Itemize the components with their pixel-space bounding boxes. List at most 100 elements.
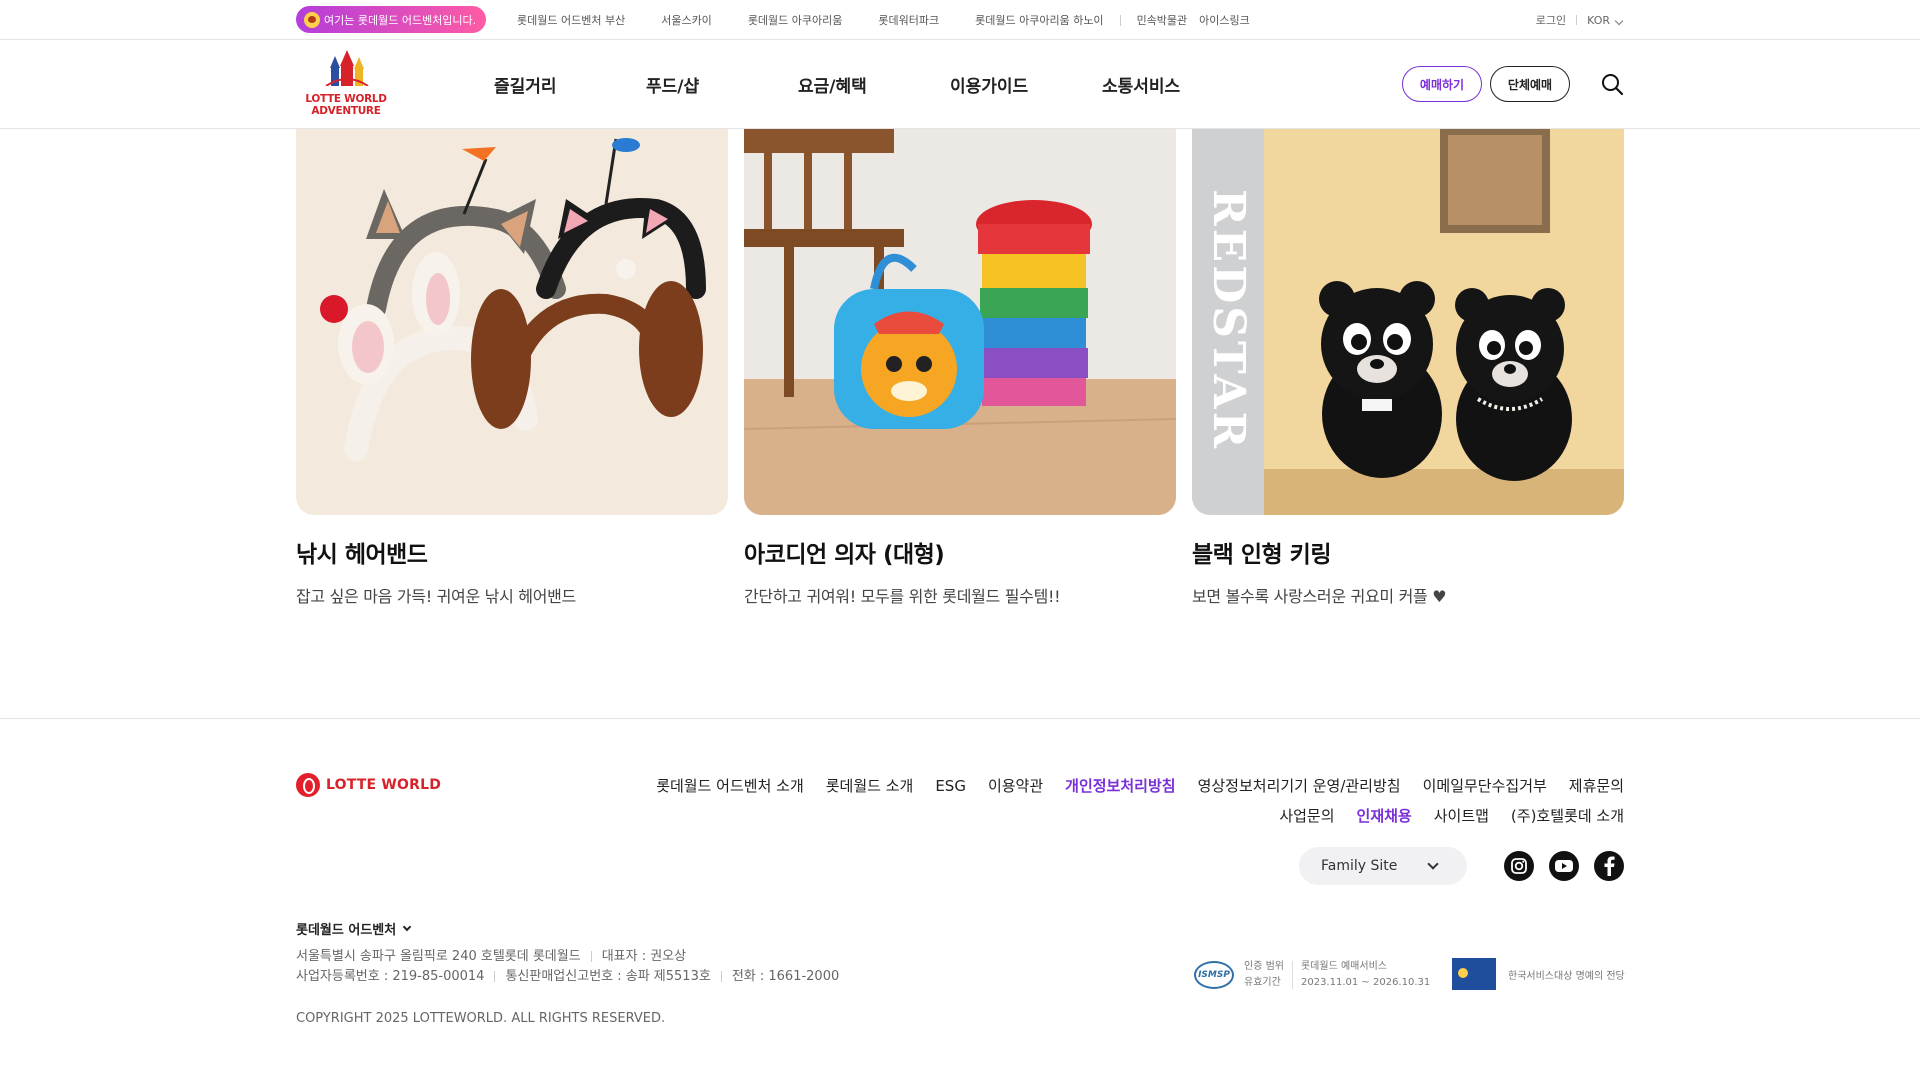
instagram-icon[interactable]	[1504, 851, 1534, 881]
isms-values: 롯데월드 예매서비스 2023.11.01 ~ 2026.10.31	[1301, 959, 1430, 991]
footer-link-business[interactable]: 사업문의	[1279, 807, 1334, 825]
footer-link-cctv-policy[interactable]: 영상정보처리기기 운영/관리방침	[1198, 777, 1401, 795]
divider	[1119, 14, 1121, 26]
mail-order-number: 통신판매업신고번호 : 송파 제5513호	[505, 969, 711, 984]
company-select-label: 롯데월드 어드벤처	[296, 923, 397, 938]
footer-link-sitemap[interactable]: 사이트맵	[1434, 807, 1489, 825]
site-link-seoul-sky[interactable]: 서울스카이	[661, 12, 712, 28]
headbands-illustration	[296, 129, 728, 515]
footer-link-privacy[interactable]: 개인정보처리방침	[1065, 777, 1175, 795]
logo-text-line2: ADVENTURE	[311, 105, 381, 117]
chevron-down-icon	[1614, 16, 1624, 25]
address: 서울특별시 송파구 올림픽로 240 호텔롯데 롯데월드	[296, 949, 581, 964]
lotte-world-adventure-logo[interactable]: LOTTE WORLD ADVENTURE	[296, 50, 396, 120]
product-desc: 잡고 싶은 마음 가득! 귀여운 낚시 헤어밴드	[296, 587, 576, 606]
sister-site-links: 롯데월드 어드벤처 부산 서울스카이 롯데월드 아쿠아리움 롯데워터파크 롯데월…	[517, 0, 1286, 40]
award-badge-icon	[1452, 958, 1496, 990]
footer-link-hotel-lotte[interactable]: (주)호텔롯데 소개	[1511, 807, 1624, 825]
footer-links: 롯데월드 어드벤처 소개 롯데월드 소개 ESG 이용약관 개인정보처리방침 영상정보처리…	[624, 771, 1624, 831]
chevron-down-icon	[1427, 858, 1439, 870]
isms-scope-label: 인증 범위	[1244, 961, 1284, 972]
product-card[interactable]: 아코디언 의자 (대형) 간단하고 귀여워! 모두를 위한 롯데월드 필수템!!	[744, 129, 1176, 607]
family-site-label: Family Site	[1321, 858, 1398, 874]
company-info: 서울특별시 송파구 올림픽로 240 호텔롯데 롯데월드 대표자 : 권오상 사업…	[296, 947, 839, 987]
group-reserve-button[interactable]: 단체예매	[1490, 66, 1570, 102]
company-select[interactable]: 롯데월드 어드벤처	[296, 919, 412, 938]
login-link[interactable]: 로그인	[1536, 12, 1566, 28]
company-info-row1: 서울특별시 송파구 올림픽로 240 호텔롯데 롯데월드 대표자 : 권오상	[296, 947, 839, 967]
footer-links-row2: 사업문의 인재채용 사이트맵 (주)호텔롯데 소개	[624, 801, 1624, 831]
footer-links-row1: 롯데월드 어드벤처 소개 롯데월드 소개 ESG 이용약관 개인정보처리방침 영상정보처리…	[624, 771, 1624, 801]
product-desc: 보면 볼수록 사랑스러운 귀요미 커플 ♥	[1192, 587, 1447, 606]
site-link-folk-museum[interactable]: 민속박물관	[1137, 12, 1188, 28]
nav-item-attractions[interactable]: 즐길거리	[494, 72, 646, 97]
site-link-ice-rink[interactable]: 아이스링크	[1199, 12, 1250, 28]
product-desc: 간단하고 귀여워! 모두를 위한 롯데월드 필수템!!	[744, 587, 1061, 606]
isms-certification: ISMSP 인증 범위 유효기간 롯데월드 예매서비스 2023.11.01 ~…	[1194, 959, 1430, 991]
product-photo-black-keyring: REDSTAR	[1192, 129, 1624, 515]
service-award: 한국서비스대상 명예의 전당	[1452, 958, 1625, 990]
nav-item-communication[interactable]: 소통서비스	[1102, 72, 1254, 97]
business-number: 사업자등록번호 : 219-85-00014	[296, 969, 485, 984]
lotte-world-logo-icon	[296, 773, 320, 797]
keyring-illustration: REDSTAR	[1192, 129, 1624, 515]
ceo: 대표자 : 권오상	[601, 949, 687, 964]
product-title: 아코디언 의자 (대형)	[744, 542, 945, 568]
castle-logo-icon	[325, 50, 369, 86]
divider	[1291, 961, 1293, 989]
footer-link-partnership[interactable]: 제휴문의	[1569, 777, 1624, 795]
site-link-waterpark[interactable]: 롯데워터파크	[878, 12, 939, 28]
footer-link-adventure-intro[interactable]: 롯데월드 어드벤처 소개	[656, 777, 804, 795]
divider	[720, 971, 722, 982]
footer-link-email-refusal[interactable]: 이메일무단수집거부	[1423, 777, 1547, 795]
product-photo-accordion-chair	[744, 129, 1176, 515]
current-site-pill[interactable]: 여기는 롯데월드 어드벤처입니다.	[296, 6, 487, 33]
isms-period-label: 유효기간	[1244, 977, 1281, 988]
accordion-chair-illustration	[744, 129, 1176, 515]
divider	[1576, 15, 1578, 25]
footer-link-lotteworld-intro[interactable]: 롯데월드 소개	[826, 777, 914, 795]
utility-menu: 로그인 KOR	[1536, 0, 1624, 40]
logo-text-line1: LOTTE WORLD	[305, 93, 387, 105]
logo-text: LOTTE WORLD ADVENTURE	[296, 93, 396, 117]
top-utility-bar: 여기는 롯데월드 어드벤처입니다. 롯데월드 어드벤처 부산 서울스카이 롯데월…	[0, 0, 1920, 40]
main-header: LOTTE WORLD ADVENTURE 즐길거리 푸드/샵 요금/혜택 이용…	[0, 40, 1920, 129]
site-link-aquarium[interactable]: 롯데월드 아쿠아리움	[748, 12, 843, 28]
footer-link-careers[interactable]: 인재채용	[1357, 807, 1412, 825]
divider	[494, 971, 496, 982]
phone: 전화 : 1661-2000	[731, 969, 840, 984]
product-card[interactable]: 낚시 헤어밴드 잡고 싶은 마음 가득! 귀여운 낚시 헤어밴드	[296, 129, 728, 607]
nav-item-price-benefits[interactable]: 요금/혜택	[798, 72, 950, 97]
copyright: COPYRIGHT 2025 LOTTEWORLD. ALL RIGHTS RE…	[296, 1011, 666, 1026]
nav-item-guide[interactable]: 이용가이드	[950, 72, 1102, 97]
youtube-icon[interactable]	[1549, 851, 1579, 881]
isms-scope-value: 롯데월드 예매서비스	[1300, 961, 1387, 972]
lotte-world-footer-logo[interactable]: LOTTE WORLD	[296, 773, 441, 797]
isms-labels: 인증 범위 유효기간	[1244, 959, 1284, 991]
product-photo-headbands	[296, 129, 728, 515]
footer-link-terms[interactable]: 이용약관	[988, 777, 1043, 795]
nav-item-food-shop[interactable]: 푸드/샵	[646, 72, 798, 97]
company-info-row2: 사업자등록번호 : 219-85-00014 통신판매업신고번호 : 송파 제55…	[296, 967, 839, 987]
facebook-icon[interactable]	[1594, 851, 1624, 881]
isms-badge-icon: ISMSP	[1194, 961, 1234, 989]
search-icon[interactable]	[1600, 72, 1624, 96]
language-label: KOR	[1587, 13, 1610, 27]
footer: LOTTE WORLD 롯데월드 어드벤처 소개 롯데월드 소개 ESG 이용약관 개인…	[0, 718, 1920, 1080]
lotty-icon	[304, 11, 320, 28]
footer-link-esg[interactable]: ESG	[935, 777, 966, 795]
product-list: 낚시 헤어밴드 잡고 싶은 마음 가득! 귀여운 낚시 헤어밴드 아코디언 의자…	[296, 129, 1624, 609]
product-title: 블랙 인형 키링	[1192, 542, 1331, 568]
product-title: 낚시 헤어밴드	[296, 542, 428, 568]
site-link-busan[interactable]: 롯데월드 어드벤처 부산	[517, 12, 625, 28]
site-link-aquarium-hanoi[interactable]: 롯데월드 아쿠아리움 하노이	[975, 12, 1103, 28]
language-select[interactable]: KOR	[1587, 13, 1624, 27]
reserve-button[interactable]: 예매하기	[1402, 66, 1482, 102]
chevron-down-icon	[402, 922, 412, 931]
isms-period-value: 2023.11.01 ~ 2026.10.31	[1300, 977, 1431, 988]
footer-logo-text: LOTTE WORLD	[326, 777, 442, 793]
product-card[interactable]: REDSTAR 블랙 인형 키링 보면 볼수록 사랑스러운 귀요미 커플 ♥	[1192, 129, 1624, 607]
current-site-label: 여기는 롯데월드 어드벤처입니다.	[324, 13, 477, 27]
award-text: 한국서비스대상 명예의 전당	[1508, 970, 1625, 982]
family-site-select[interactable]: Family Site	[1299, 847, 1467, 885]
